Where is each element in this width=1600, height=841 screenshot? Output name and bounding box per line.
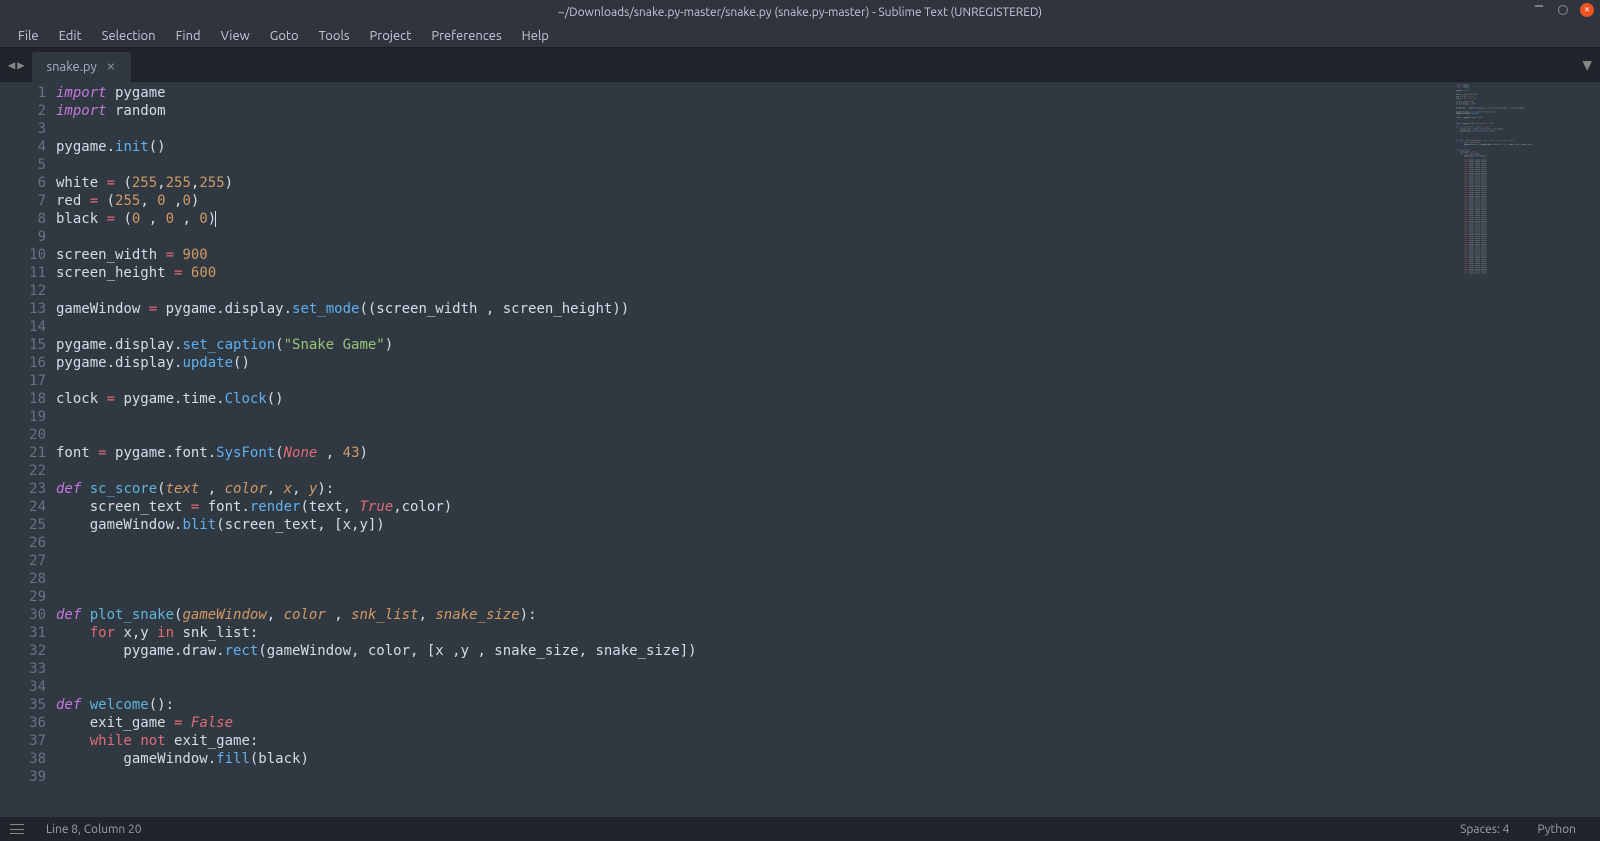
statusbar: Line 8, Column 20 Spaces: 4 Python: [0, 817, 1600, 841]
window-title: ~/Downloads/snake.py-master/snake.py (sn…: [558, 6, 1042, 19]
code-area[interactable]: import pygameimport random pygame.init()…: [56, 82, 1450, 817]
titlebar: ~/Downloads/snake.py-master/snake.py (sn…: [0, 0, 1600, 24]
editor: 1234567891011121314151617181920212223242…: [0, 82, 1600, 817]
status-syntax[interactable]: Python: [1523, 823, 1590, 836]
status-position[interactable]: Line 8, Column 20: [32, 823, 156, 836]
menu-tools[interactable]: Tools: [309, 29, 360, 43]
minimap[interactable]: import pygameimport random pygame.init()…: [1450, 82, 1600, 817]
menu-preferences[interactable]: Preferences: [421, 29, 511, 43]
menu-goto[interactable]: Goto: [260, 29, 309, 43]
menu-selection[interactable]: Selection: [92, 29, 166, 43]
tab-label: snake.py: [46, 60, 96, 74]
panel-switcher-icon[interactable]: [10, 824, 24, 834]
minimize-button[interactable]: —: [1532, 0, 1546, 13]
tab-close-icon[interactable]: ×: [107, 59, 115, 75]
line-number-gutter: 1234567891011121314151617181920212223242…: [0, 82, 56, 817]
tab-dropdown-icon[interactable]: ▼: [1582, 55, 1592, 74]
window-controls: — ✕: [1532, 3, 1594, 17]
close-button[interactable]: ✕: [1580, 3, 1594, 17]
menubar: File Edit Selection Find View Goto Tools…: [0, 24, 1600, 48]
nav-back-icon[interactable]: ◀: [8, 58, 15, 72]
nav-forward-icon[interactable]: ▶: [17, 58, 24, 72]
menu-help[interactable]: Help: [512, 29, 559, 43]
tab-snake-py[interactable]: snake.py ×: [32, 52, 131, 82]
status-indent[interactable]: Spaces: 4: [1446, 823, 1523, 836]
menu-edit[interactable]: Edit: [49, 29, 92, 43]
menu-view[interactable]: View: [211, 29, 260, 43]
maximize-button[interactable]: [1558, 5, 1568, 15]
menu-find[interactable]: Find: [166, 29, 211, 43]
menu-project[interactable]: Project: [360, 29, 422, 43]
menu-file[interactable]: File: [8, 29, 49, 43]
tabbar: ◀ ▶ snake.py × ▼: [0, 48, 1600, 82]
